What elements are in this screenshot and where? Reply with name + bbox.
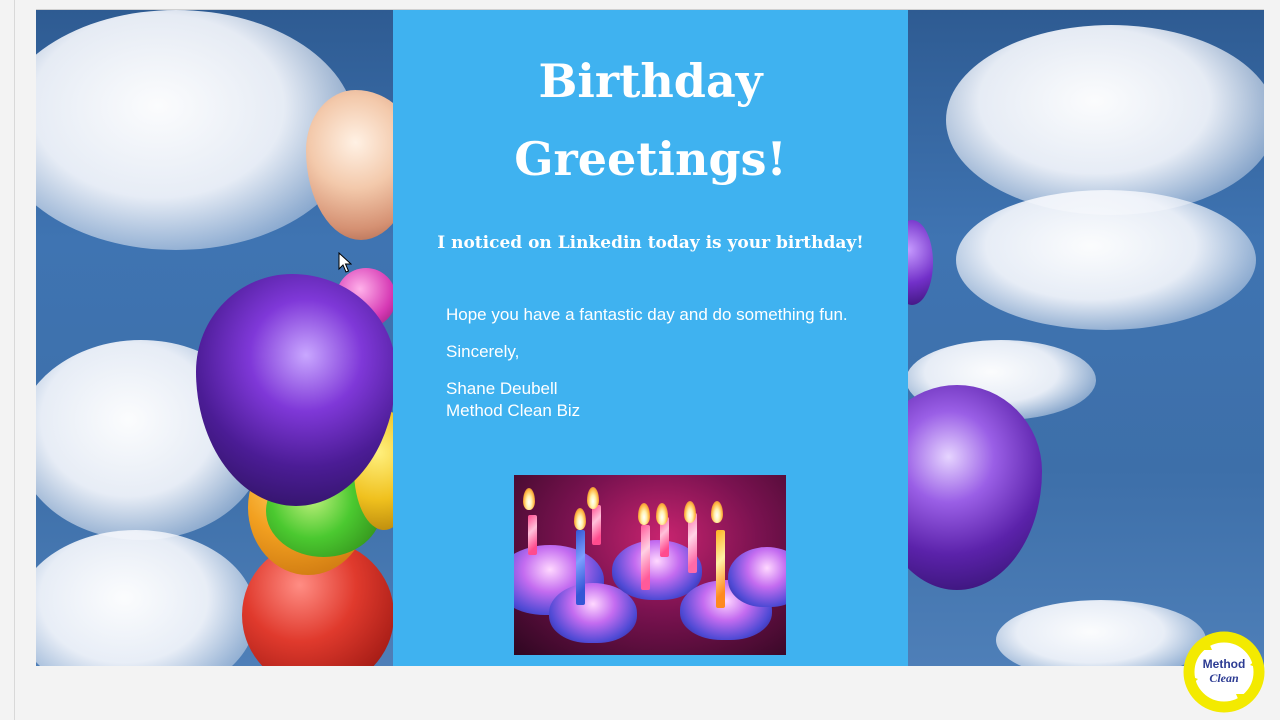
candle xyxy=(641,525,650,590)
card-subtitle: I noticed on Linkedin today is your birt… xyxy=(437,233,864,253)
cloud-right-top xyxy=(946,25,1264,215)
method-clean-logo: Method Clean xyxy=(1178,626,1270,718)
card-title-line2: Greetings! xyxy=(514,132,787,186)
greeting-card: Birthday Greetings! I noticed on Linkedi… xyxy=(393,10,908,666)
sender-company: Method Clean Biz xyxy=(446,401,581,420)
candle xyxy=(576,530,585,605)
flame xyxy=(587,487,599,509)
candle xyxy=(592,505,601,545)
flame xyxy=(574,508,586,530)
flame xyxy=(638,503,650,525)
birthday-cupcakes-photo xyxy=(514,475,786,655)
cloud-left-bottom xyxy=(36,530,256,666)
logo-sub-text: Clean xyxy=(1209,671,1239,685)
card-signature: Shane Deubell Method Clean Biz xyxy=(446,378,886,422)
flame xyxy=(523,488,535,510)
card-title-line1: Birthday xyxy=(538,54,763,108)
mouse-cursor-icon xyxy=(338,252,352,273)
sender-name: Shane Deubell xyxy=(446,379,558,398)
card-closing: Sincerely, xyxy=(446,342,520,361)
left-divider xyxy=(14,0,15,720)
cupcake xyxy=(728,547,786,607)
cloud-right-middle xyxy=(956,190,1256,330)
flame xyxy=(711,501,723,523)
screen: Birthday Greetings! I noticed on Linkedi… xyxy=(0,0,1280,720)
card-message: Hope you have a fantastic day and do som… xyxy=(446,305,848,324)
flame xyxy=(656,503,668,525)
flame xyxy=(684,501,696,523)
candle xyxy=(528,515,537,555)
candle xyxy=(716,530,725,608)
logo-brand-text: Method xyxy=(1202,657,1246,671)
card-body: Hope you have a fantastic day and do som… xyxy=(446,304,886,437)
cloud-right-bottom xyxy=(996,600,1206,666)
card-title: Birthday Greetings! xyxy=(393,42,908,198)
slide-stage: Birthday Greetings! I noticed on Linkedi… xyxy=(36,10,1264,666)
